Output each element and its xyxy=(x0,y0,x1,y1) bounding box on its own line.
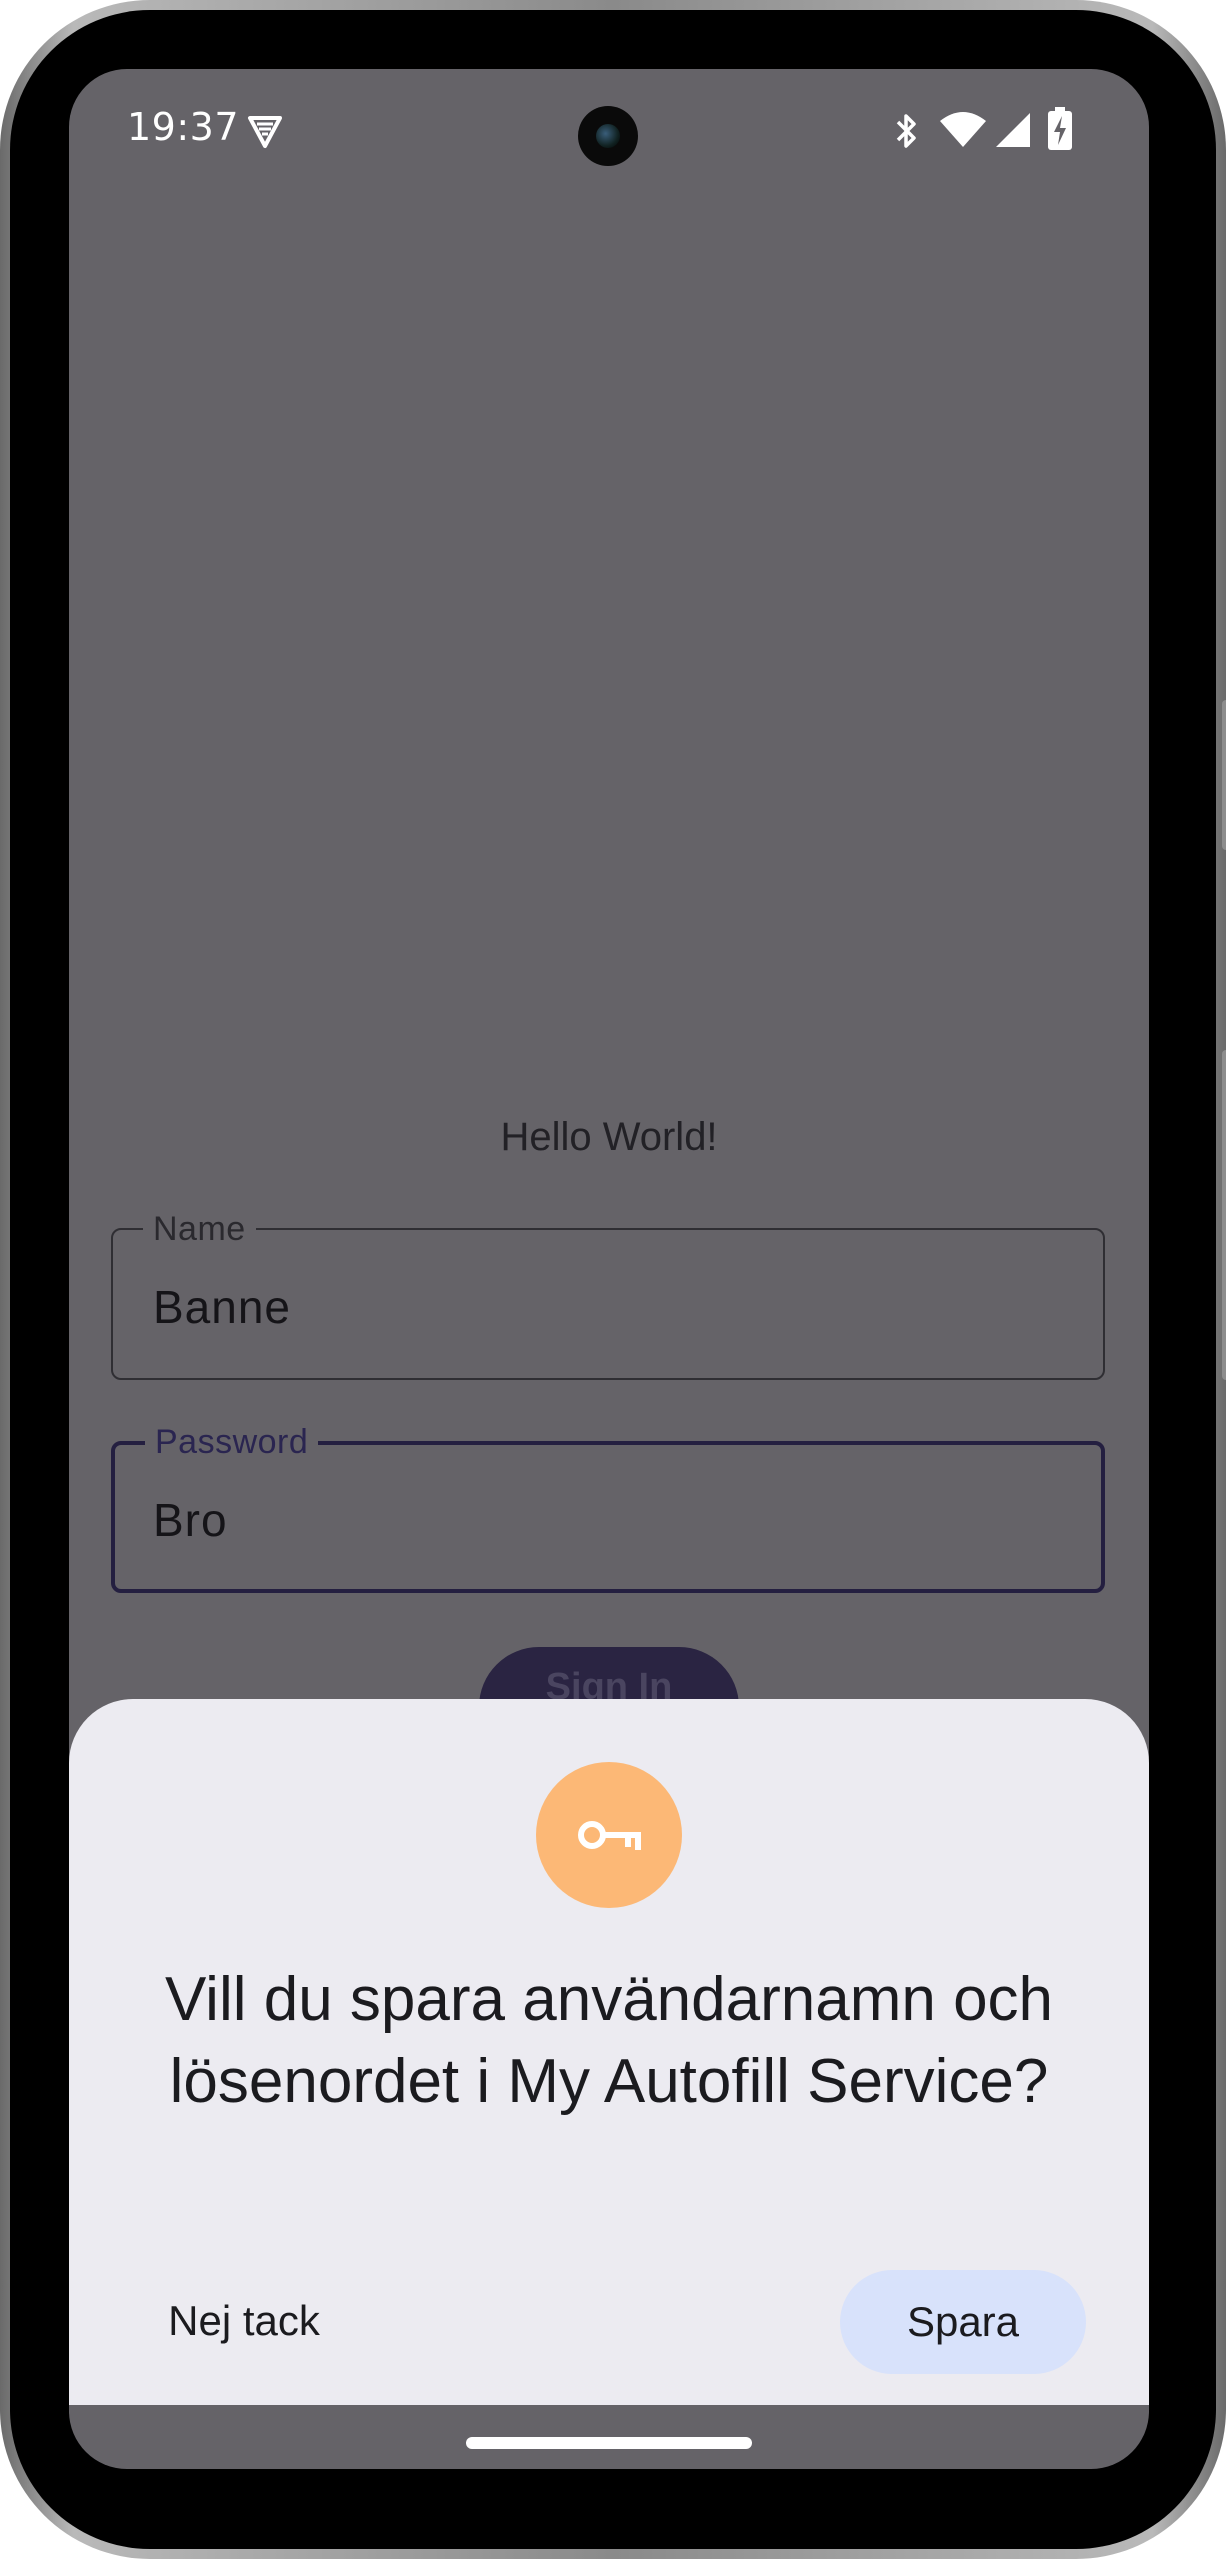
phone-frame: 19:37 Hello World! Name Banne Password B… xyxy=(0,0,1226,2559)
vpn-shield-icon xyxy=(247,113,283,153)
volume-button xyxy=(1222,1050,1226,1380)
name-field-value[interactable]: Banne xyxy=(153,1280,291,1334)
password-field-value[interactable]: Bro xyxy=(153,1493,228,1547)
front-camera xyxy=(578,106,638,166)
save-button[interactable]: Spara xyxy=(840,2270,1086,2374)
screen: 19:37 Hello World! Name Banne Password B… xyxy=(69,69,1149,2469)
password-field[interactable]: Password Bro xyxy=(111,1423,1105,1593)
status-time: 19:37 xyxy=(127,105,240,149)
status-bar: 19:37 xyxy=(69,69,1149,189)
name-field[interactable]: Name Banne xyxy=(111,1210,1105,1380)
bluetooth-icon xyxy=(892,111,922,155)
decline-button[interactable]: Nej tack xyxy=(129,2269,359,2373)
gesture-nav-handle[interactable] xyxy=(466,2437,752,2449)
save-dialog-title: Vill du spara användarnamn och lösenorde… xyxy=(164,1965,1054,2116)
greeting-text: Hello World! xyxy=(500,1115,718,1159)
battery-charging-icon xyxy=(1047,107,1073,155)
wifi-icon xyxy=(939,111,987,153)
name-field-label: Name xyxy=(143,1210,256,1249)
power-button xyxy=(1222,700,1226,850)
cellular-signal-icon xyxy=(994,111,1032,153)
key-icon-badge xyxy=(536,1762,682,1908)
autofill-save-sheet: Vill du spara användarnamn och lösenorde… xyxy=(69,1699,1149,2405)
password-field-label: Password xyxy=(145,1423,319,1462)
